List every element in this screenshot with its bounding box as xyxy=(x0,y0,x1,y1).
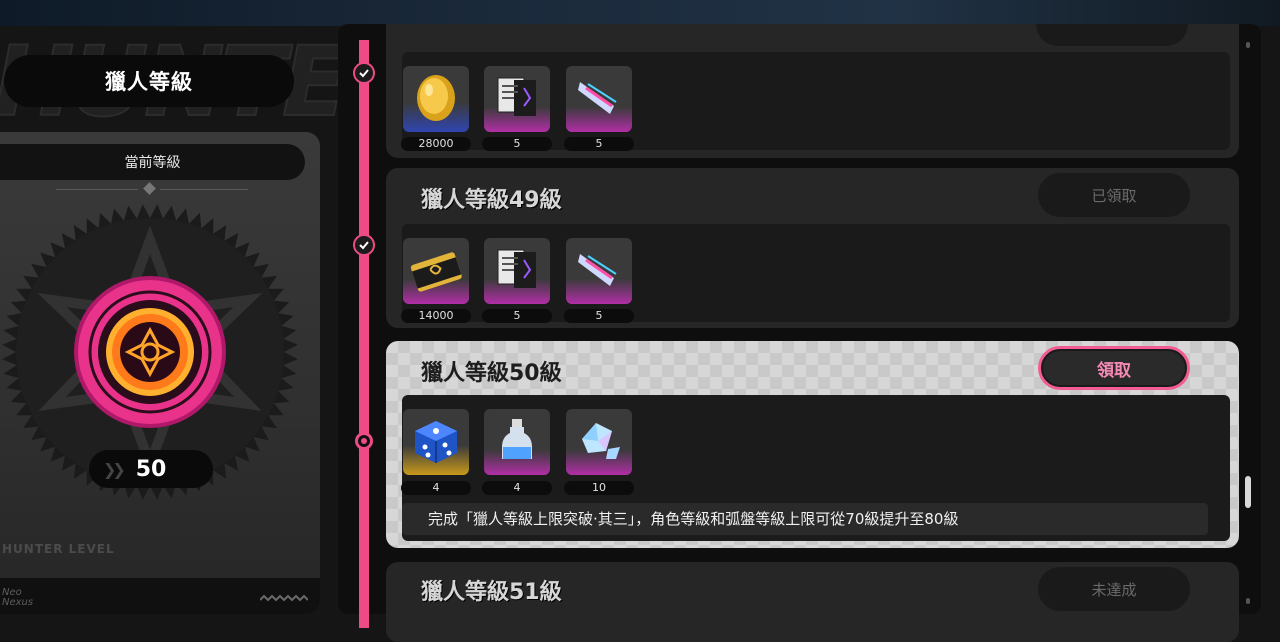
chevron-right-icon: ❯❯ xyxy=(103,460,126,479)
ticket-card-icon[interactable] xyxy=(403,238,469,304)
scroll-up-arrow-icon[interactable] xyxy=(1246,42,1250,48)
ice-crystal-icon[interactable] xyxy=(566,409,632,475)
item-quantity: 28000 xyxy=(401,137,471,151)
unlock-description: 完成「獵人等級上限突破·其三」，角色等級和弧盤等級上限可從70級提升至80級 xyxy=(402,503,1208,535)
document-card-icon[interactable] xyxy=(484,238,550,304)
brand-logo: Neo Nexus xyxy=(2,587,34,608)
divider-left xyxy=(56,189,138,190)
claimed-button[interactable]: 已領取 xyxy=(1038,173,1190,217)
claim-button[interactable]: 領取 xyxy=(1038,346,1190,390)
locked-button[interactable]: 未達成 xyxy=(1038,567,1190,611)
timeline-current-dot-icon xyxy=(355,432,373,450)
document-card-icon[interactable] xyxy=(484,66,550,132)
progress-timeline xyxy=(359,40,369,628)
item-quantity: 4 xyxy=(401,481,471,495)
item-quantity: 5 xyxy=(564,137,634,151)
level-card: 當前等級 ❯❯ 50 HUNTER LEVEL Neo Nexus xyxy=(0,132,320,614)
item-quantity: 5 xyxy=(564,309,634,323)
hunter-level-caption: HUNTER LEVEL xyxy=(2,542,115,556)
timeline-check-icon xyxy=(353,234,375,256)
timeline-check-icon xyxy=(353,62,375,84)
scroll-down-arrow-icon[interactable] xyxy=(1246,598,1250,604)
potion-bottle-icon[interactable] xyxy=(484,409,550,475)
divider-right xyxy=(160,189,248,190)
current-level-value: 50 xyxy=(135,456,167,482)
zigzag-ornament-icon xyxy=(260,594,308,602)
item-quantity: 5 xyxy=(482,137,552,151)
item-quantity: 4 xyxy=(482,481,552,495)
item-quantity: 14000 xyxy=(401,309,471,323)
gold-coin-icon[interactable] xyxy=(403,66,469,132)
diamond-ornament-icon xyxy=(143,182,156,195)
crystal-shard-icon[interactable] xyxy=(566,238,632,304)
crystal-shard-icon[interactable] xyxy=(566,66,632,132)
reward-level-title: 獵人等級51級 xyxy=(421,580,562,605)
page-title: 獵人等級 xyxy=(4,55,294,107)
current-level-label: 當前等級 xyxy=(0,144,305,180)
scrollbar-thumb[interactable] xyxy=(1245,476,1251,508)
claimed-button[interactable] xyxy=(1036,24,1188,46)
blue-dice-icon[interactable] xyxy=(403,409,469,475)
current-level-display: ❯❯ 50 xyxy=(89,450,213,488)
top-bar xyxy=(0,0,1280,26)
reward-card-level-51: 獵人等級51級 未達成 xyxy=(386,562,1239,642)
reward-level-title: 獵人等級50級 xyxy=(421,361,562,386)
item-quantity: 5 xyxy=(482,309,552,323)
item-quantity: 10 xyxy=(564,481,634,495)
reward-level-title: 獵人等級49級 xyxy=(421,188,562,213)
